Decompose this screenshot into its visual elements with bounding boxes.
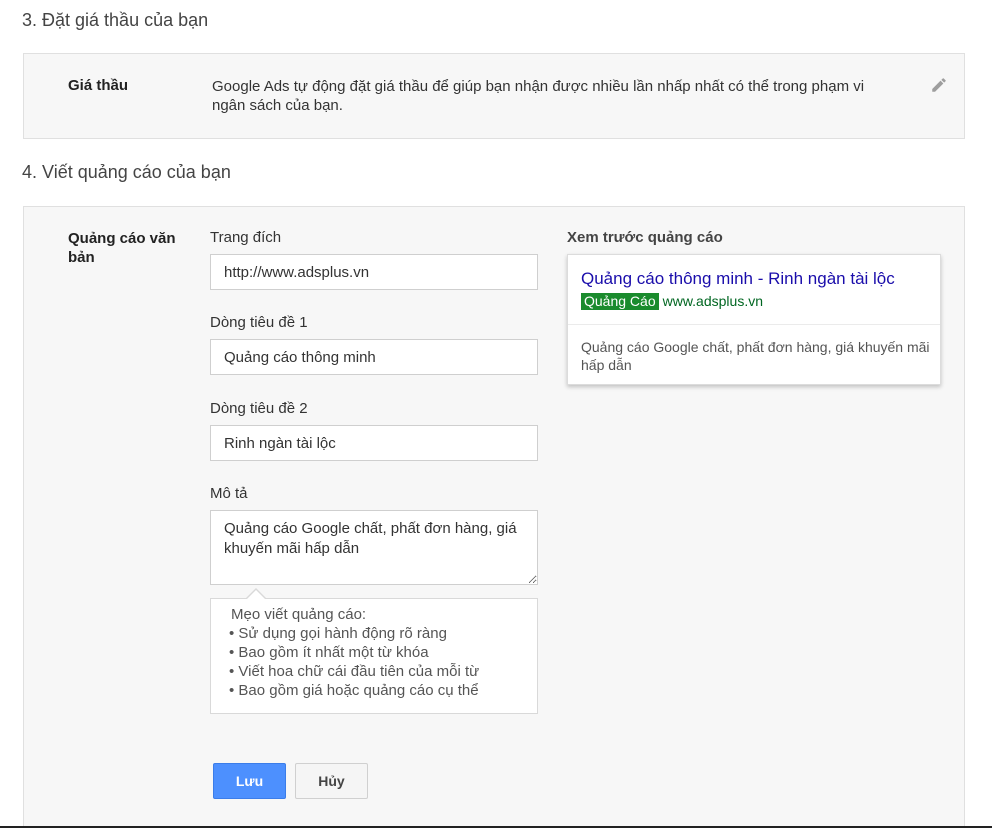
headline1-input[interactable]	[210, 339, 538, 375]
pencil-icon[interactable]	[930, 76, 948, 94]
ad-badge: Quảng Cáo	[581, 293, 659, 310]
section-title-bid: 3. Đặt giá thầu của bạn	[22, 10, 209, 30]
ad-preview-card: Quảng cáo thông minh - Rinh ngàn tài lộc…	[567, 254, 941, 385]
section-title-ad: 4. Viết quảng cáo của bạn	[22, 162, 231, 182]
page: 3. Đặt giá thầu của bạn Giá thầu Google …	[0, 0, 992, 828]
cancel-button[interactable]: Hủy	[295, 763, 368, 799]
preview-url-row: Quảng Cáo www.adsplus.vn	[581, 293, 763, 310]
tips-arrow-inner	[247, 590, 265, 599]
description-textarea[interactable]: Quảng cáo Google chất, phất đơn hàng, gi…	[210, 510, 538, 585]
preview-headline[interactable]: Quảng cáo thông minh - Rinh ngàn tài lộc	[581, 269, 895, 289]
tip-item: Bao gồm ít nhất một từ khóa	[229, 643, 519, 662]
description-label: Mô tả	[210, 485, 248, 502]
tip-item: Viết hoa chữ cái đầu tiên của mỗi từ	[229, 662, 519, 681]
ad-preview-label: Xem trước quảng cáo	[567, 229, 723, 246]
headline2-label: Dòng tiêu đề 2	[210, 400, 308, 417]
tips-box: Mẹo viết quảng cáo: Sử dụng gọi hành độn…	[210, 598, 538, 714]
landing-page-input[interactable]	[210, 254, 538, 290]
preview-description: Quảng cáo Google chất, phất đơn hàng, gi…	[581, 339, 930, 373]
bid-description: Google Ads tự động đặt giá thầu để giúp …	[212, 78, 865, 114]
save-button[interactable]: Lưu	[213, 763, 286, 799]
preview-divider	[568, 324, 940, 325]
tip-item: Sử dụng gọi hành động rõ ràng	[229, 624, 519, 643]
bid-card: Giá thầu Google Ads tự động đặt giá thầu…	[23, 53, 965, 139]
landing-page-label: Trang đích	[210, 229, 282, 246]
ad-card: Quảng cáo văn bản Trang đích Dòng tiêu đ…	[23, 206, 965, 828]
preview-display-url: www.adsplus.vn	[662, 293, 763, 309]
bid-label: Giá thầu	[68, 77, 129, 94]
headline1-label: Dòng tiêu đề 1	[210, 314, 308, 331]
ad-type-label: Quảng cáo văn bản	[68, 230, 176, 266]
headline2-input[interactable]	[210, 425, 538, 461]
tips-list: Sử dụng gọi hành động rõ ràng Bao gồm ít…	[229, 624, 519, 700]
tips-title: Mẹo viết quảng cáo:	[231, 606, 367, 623]
tip-item: Bao gồm giá hoặc quảng cáo cụ thể	[229, 681, 519, 700]
